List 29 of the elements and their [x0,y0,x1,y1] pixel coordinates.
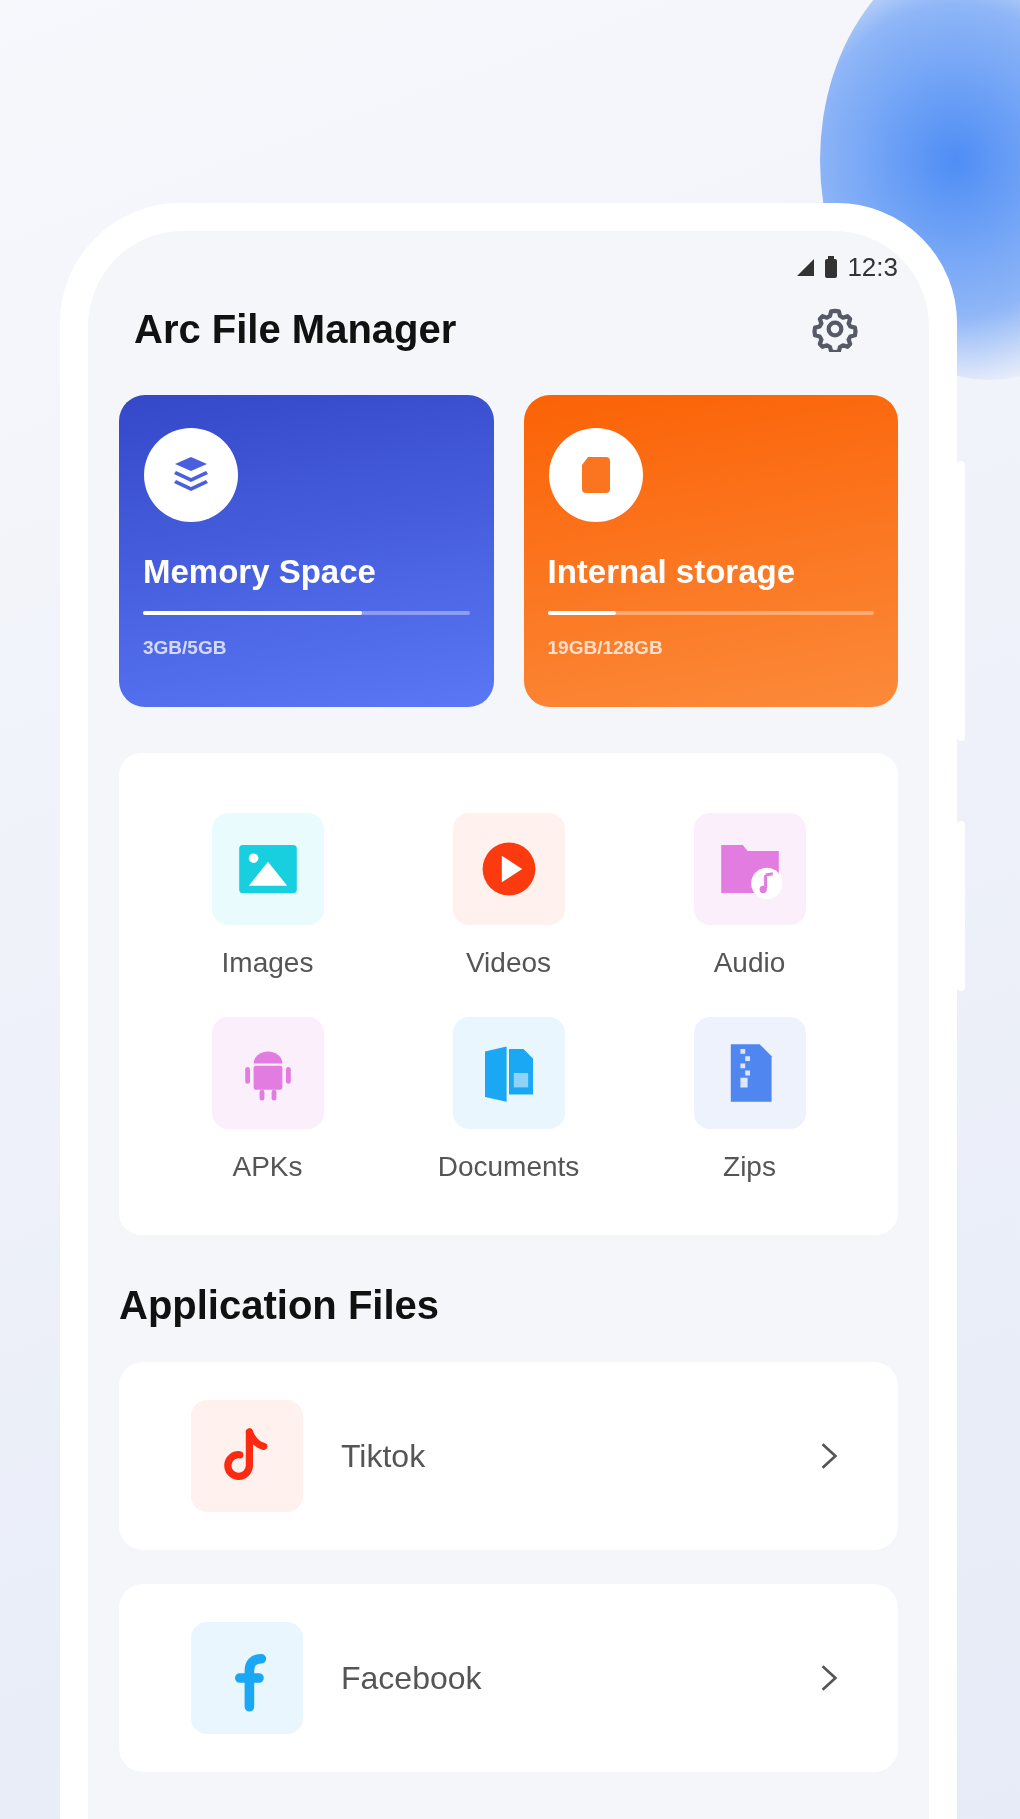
app-name: Facebook [341,1659,483,1697]
usage-text: 19GB/128GB [547,637,663,659]
section-title: Application Files [119,1283,440,1328]
usage-text: 3GB/5GB [143,637,227,659]
category-label: Documents [437,1151,580,1183]
storage-card[interactable]: Memory Space 3GB/5GB [119,395,494,707]
category-tile[interactable] [211,1017,324,1129]
storage-title: Internal storage [547,553,796,591]
category-tile[interactable] [693,1017,806,1129]
category-tile[interactable] [452,813,565,925]
category-tile[interactable] [693,813,806,925]
battery-icon [825,256,838,278]
category-label: Videos [465,947,552,979]
category-label: Zips [723,1151,776,1183]
category-label: APKs [232,1151,303,1183]
app-title: Arc File Manager [134,306,457,352]
status-time: 12:3 [847,251,898,283]
category-label: Audio [713,947,786,979]
app-row[interactable]: Facebook [119,1584,898,1772]
storage-title: Memory Space [143,553,376,591]
category-label: Images [221,947,314,979]
storage-icon [547,427,644,523]
category-tile[interactable] [211,813,324,925]
storage-icon [143,427,239,523]
signal-icon [795,257,816,277]
app-row[interactable]: Tiktok [119,1362,898,1550]
category-tile[interactable] [452,1017,565,1129]
app-name: Tiktok [341,1437,427,1475]
settings-icon[interactable] [812,306,858,352]
